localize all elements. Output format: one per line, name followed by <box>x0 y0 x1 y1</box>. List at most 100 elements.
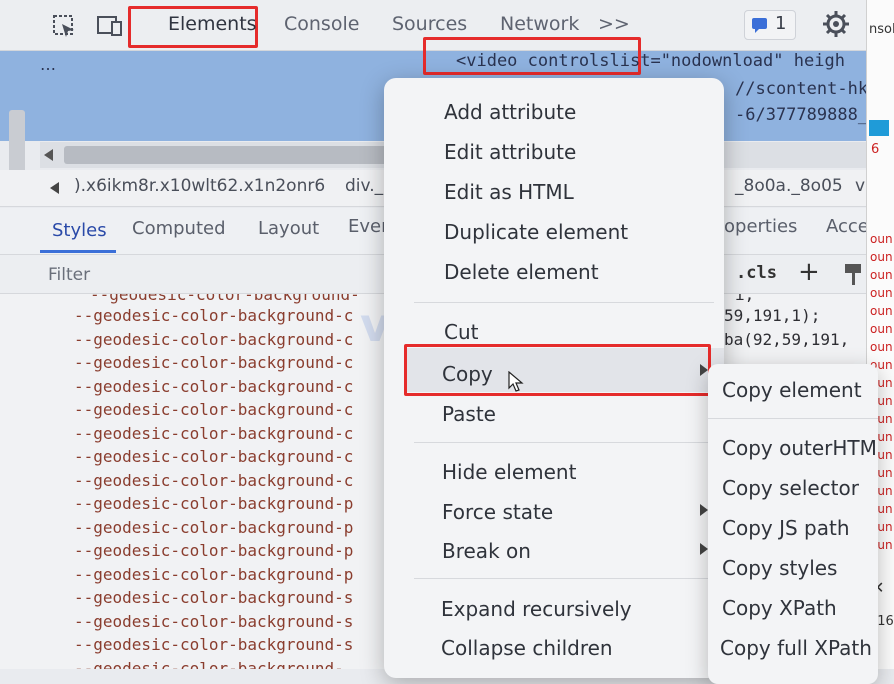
style-property[interactable]: --geodesic-color-background-c <box>74 471 353 490</box>
scroll-left-icon[interactable] <box>44 149 54 161</box>
side-panel-row: oun <box>870 304 893 318</box>
style-property[interactable]: --geodesic-color-background- <box>74 659 344 670</box>
chevron-right-icon <box>700 504 708 516</box>
submenu-item-copy-outerhtml[interactable]: Copy outerHTM <box>722 436 877 460</box>
menu-separator <box>414 302 714 303</box>
issues-button[interactable]: 1 <box>744 10 796 40</box>
style-property-name: --geodesic-color-background-p <box>74 564 354 584</box>
style-property[interactable]: --geodesic-color-background-s <box>74 635 353 654</box>
style-property-name: --geodesic-color-background-c <box>74 376 354 396</box>
side-panel-number: 6 <box>871 142 880 157</box>
side-panel-console-tab[interactable]: nsole <box>869 22 894 37</box>
side-panel-row: oun <box>870 340 893 354</box>
submenu-item-copy-selector[interactable]: Copy selector <box>722 476 859 500</box>
scrollbar-thumb[interactable] <box>64 146 404 164</box>
side-panel-marker <box>869 120 889 136</box>
context-menu: Add attribute Edit attribute Edit as HTM… <box>384 78 724 678</box>
style-property-value[interactable]: ba(92,59,191, <box>724 330 849 349</box>
mouse-cursor-icon <box>508 371 524 392</box>
tree-attr-line: //scontent-hkt <box>735 79 879 99</box>
style-property-name: --geodesic-color-background-c <box>74 306 354 325</box>
copy-submenu: Copy element Copy outerHTM Copy selector… <box>708 364 878 684</box>
tree-video-node[interactable]: <video controlslist="nodownload" heigh <box>456 51 845 71</box>
breadcrumb-left-icon[interactable] <box>50 182 60 194</box>
style-property-value[interactable]: 59,191,1); <box>724 306 820 325</box>
submenu-item-copy-full-xpath[interactable]: Copy full XPath <box>720 636 872 660</box>
tab-computed[interactable]: Computed <box>132 218 226 239</box>
menu-item-add-attribute[interactable]: Add attribute <box>444 100 576 124</box>
style-property-name: --geodesic-color-background-c <box>74 400 354 419</box>
menu-item-cut[interactable]: Cut <box>444 320 478 344</box>
menu-item-force-state[interactable]: Force state <box>442 500 553 524</box>
style-property[interactable]: --geodesic-color-background-c <box>74 353 353 372</box>
tab-styles[interactable]: Styles <box>52 220 107 241</box>
paint-roller-icon[interactable] <box>844 263 864 287</box>
tab-layout[interactable]: Layout <box>258 218 319 239</box>
submenu-item-copy-element[interactable]: Copy element <box>722 378 862 402</box>
filter-input[interactable]: Filter <box>48 265 90 285</box>
new-style-rule-button[interactable]: + <box>798 257 820 287</box>
tab-elements[interactable]: Elements <box>168 13 257 35</box>
style-property-name: --geodesic-color-background-p <box>74 541 354 560</box>
device-toolbar-icon[interactable] <box>96 14 124 38</box>
menu-item-expand-recursively[interactable]: Expand recursively <box>441 597 632 621</box>
style-property[interactable]: --geodesic-color-background-c <box>74 447 353 466</box>
tree-ellipsis[interactable]: … <box>40 55 56 74</box>
breadcrumb-item-right[interactable]: _8o0a._8o05 <box>735 176 843 196</box>
side-panel-row: oun <box>870 286 893 300</box>
breadcrumb-item[interactable]: ).x6ikm8r.x10wlt62.x1n2onr6 <box>74 176 325 196</box>
menu-item-edit-as-html[interactable]: Edit as HTML <box>444 180 574 204</box>
menu-item-edit-attribute[interactable]: Edit attribute <box>444 140 576 164</box>
chevron-right-icon <box>700 364 708 376</box>
style-property[interactable]: --geodesic-color-background-c <box>74 424 353 443</box>
style-property[interactable]: --geodesic-color-background-s <box>74 612 353 631</box>
submenu-item-copy-js-path[interactable]: Copy JS path <box>722 516 850 540</box>
active-tab-indicator <box>40 250 116 253</box>
tab-accessibility[interactable]: Acce <box>826 216 869 237</box>
style-property[interactable]: --geodesic-color-background-p <box>74 541 353 560</box>
side-panel-row: oun <box>870 268 893 282</box>
side-panel-row: oun <box>870 250 893 264</box>
style-property[interactable]: --geodesic-color-background-p <box>74 518 353 537</box>
menu-item-hide-element[interactable]: Hide element <box>442 460 576 484</box>
style-property[interactable]: --geodesic-color-background-c <box>74 306 353 325</box>
menu-item-paste[interactable]: Paste <box>442 402 496 426</box>
style-property-name: --geodesic-color-background-c <box>74 470 354 490</box>
tab-properties[interactable]: operties <box>724 216 797 237</box>
style-property-name: --geodesic-color-background-c <box>74 423 354 443</box>
breadcrumb-item-div[interactable]: div._ <box>345 176 383 196</box>
gear-icon[interactable] <box>822 10 850 38</box>
tree-attr-line-2: -6/377789888_2 <box>735 105 879 125</box>
menu-separator <box>414 442 714 443</box>
style-property-name: --geodesic-color-background-c <box>74 329 354 349</box>
menu-item-delete-element[interactable]: Delete element <box>444 260 599 284</box>
style-property[interactable]: --geodesic-color-background-c <box>74 400 353 419</box>
style-property-partial: --geodesic-color-background- <box>90 294 360 304</box>
menu-item-copy[interactable]: Copy <box>442 362 493 386</box>
menu-item-break-on[interactable]: Break on <box>442 539 531 563</box>
more-tabs-button[interactable]: >> <box>598 13 630 35</box>
cls-button[interactable]: .cls <box>736 263 777 283</box>
tab-console[interactable]: Console <box>284 13 359 35</box>
style-property[interactable]: --geodesic-color-background-p <box>74 565 353 584</box>
chevron-right-icon <box>700 543 708 555</box>
issues-count: 1 <box>775 13 787 34</box>
style-property[interactable]: --geodesic-color-background-c <box>74 330 353 349</box>
style-property[interactable]: --geodesic-color-background-p <box>74 494 353 513</box>
style-property-name: --geodesic-color-background- <box>74 658 344 670</box>
submenu-item-copy-styles[interactable]: Copy styles <box>722 556 837 580</box>
inspect-element-icon[interactable] <box>52 14 78 40</box>
style-property-name: --geodesic-color-background-c <box>74 353 354 372</box>
menu-item-duplicate-element[interactable]: Duplicate element <box>444 220 628 244</box>
style-property[interactable]: --geodesic-color-background-s <box>74 588 353 607</box>
menu-separator <box>414 578 714 579</box>
style-property[interactable]: --geodesic-color-background-c <box>74 377 353 396</box>
tab-sources[interactable]: Sources <box>392 13 467 35</box>
style-property-name: --geodesic-color-background-s <box>74 588 354 607</box>
submenu-item-copy-xpath[interactable]: Copy XPath <box>722 596 837 620</box>
tab-network[interactable]: Network <box>500 13 579 35</box>
message-icon <box>752 18 767 33</box>
style-property-name: --geodesic-color-background-s <box>74 611 354 631</box>
style-value-partial: i; <box>735 294 755 304</box>
menu-item-collapse-children[interactable]: Collapse children <box>441 636 613 660</box>
